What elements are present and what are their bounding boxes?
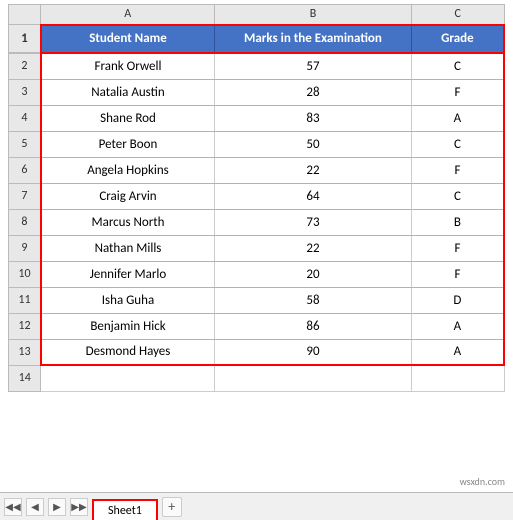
cell-name-5: Craig Arvin bbox=[41, 183, 215, 209]
cell-marks-7: 22 bbox=[215, 235, 412, 261]
cell-name-3: Peter Boon bbox=[41, 131, 215, 157]
col-header-c[interactable]: C bbox=[411, 5, 504, 25]
cell-marks-10: 86 bbox=[215, 313, 412, 339]
table-row: 10Jennifer Marlo20F bbox=[9, 261, 505, 287]
empty-cell-a bbox=[41, 365, 215, 391]
row-num-13: 13 bbox=[9, 339, 41, 365]
cell-name-0: Frank Orwell bbox=[41, 53, 215, 79]
cell-grade-2: A bbox=[411, 105, 504, 131]
table-row: 4Shane Rod83A bbox=[9, 105, 505, 131]
cell-grade-1: F bbox=[411, 79, 504, 105]
cell-marks-0: 57 bbox=[215, 53, 412, 79]
cell-name-6: Marcus North bbox=[41, 209, 215, 235]
cell-marks-2: 83 bbox=[215, 105, 412, 131]
sheet1-tab[interactable]: Sheet1 bbox=[92, 499, 158, 520]
cell-grade-11: A bbox=[411, 339, 504, 365]
cell-marks-8: 20 bbox=[215, 261, 412, 287]
row-num-2: 2 bbox=[9, 53, 41, 79]
cell-grade-10: A bbox=[411, 313, 504, 339]
table-row: 11Isha Guha58D bbox=[9, 287, 505, 313]
cell-name-4: Angela Hopkins bbox=[41, 157, 215, 183]
grid-area: A B C 1 Student Name Marks in the Examin… bbox=[0, 0, 513, 492]
cell-marks-3: 50 bbox=[215, 131, 412, 157]
row-num-1: 1 bbox=[9, 25, 41, 53]
cell-marks-1: 28 bbox=[215, 79, 412, 105]
cell-name-1: Natalia Austin bbox=[41, 79, 215, 105]
table-row: 12Benjamin Hick86A bbox=[9, 313, 505, 339]
cell-name-8: Jennifer Marlo bbox=[41, 261, 215, 287]
cell-name-2: Shane Rod bbox=[41, 105, 215, 131]
cell-grade-9: D bbox=[411, 287, 504, 313]
corner-cell bbox=[9, 5, 41, 25]
row-num-9: 9 bbox=[9, 235, 41, 261]
table-row: 8Marcus North73B bbox=[9, 209, 505, 235]
cell-name-7: Nathan Mills bbox=[41, 235, 215, 261]
header-row: 1 Student Name Marks in the Examination … bbox=[9, 25, 505, 53]
row-num-3: 3 bbox=[9, 79, 41, 105]
cell-marks-6: 73 bbox=[215, 209, 412, 235]
nav-prev-arrow[interactable]: ◀ bbox=[26, 498, 44, 516]
row-num-14: 14 bbox=[9, 365, 41, 391]
row-num-8: 8 bbox=[9, 209, 41, 235]
watermark: wsxdn.com bbox=[460, 475, 505, 488]
row-num-12: 12 bbox=[9, 313, 41, 339]
cell-name-9: Isha Guha bbox=[41, 287, 215, 313]
table-row: 9Nathan Mills22F bbox=[9, 235, 505, 261]
cell-grade-7: F bbox=[411, 235, 504, 261]
cell-grade-3: C bbox=[411, 131, 504, 157]
header-marks: Marks in the Examination bbox=[215, 25, 412, 53]
table-row: 2Frank Orwell57C bbox=[9, 53, 505, 79]
row-num-5: 5 bbox=[9, 131, 41, 157]
outer-table: A B C 1 Student Name Marks in the Examin… bbox=[8, 4, 505, 53]
row-num-4: 4 bbox=[9, 105, 41, 131]
empty-row-14: 14 bbox=[9, 365, 505, 391]
nav-first-arrow[interactable]: ◀◀ bbox=[4, 498, 22, 516]
row-num-10: 10 bbox=[9, 261, 41, 287]
cell-grade-8: F bbox=[411, 261, 504, 287]
tab-bar: ◀◀ ◀ ▶ ▶▶ Sheet1 + bbox=[0, 492, 513, 520]
cell-name-10: Benjamin Hick bbox=[41, 313, 215, 339]
empty-cell-c bbox=[411, 365, 504, 391]
nav-last-arrow[interactable]: ▶▶ bbox=[70, 498, 88, 516]
row-num-6: 6 bbox=[9, 157, 41, 183]
table-row: 3Natalia Austin28F bbox=[9, 79, 505, 105]
nav-next-arrow[interactable]: ▶ bbox=[48, 498, 66, 516]
cell-grade-5: C bbox=[411, 183, 504, 209]
table-row: 6Angela Hopkins22F bbox=[9, 157, 505, 183]
cell-marks-9: 58 bbox=[215, 287, 412, 313]
cell-marks-4: 22 bbox=[215, 157, 412, 183]
cell-grade-6: B bbox=[411, 209, 504, 235]
header-student-name: Student Name bbox=[41, 25, 215, 53]
col-header-b[interactable]: B bbox=[215, 5, 412, 25]
row-num-11: 11 bbox=[9, 287, 41, 313]
table-row: 5Peter Boon50C bbox=[9, 131, 505, 157]
table-row: 13Desmond Hayes90A bbox=[9, 339, 505, 365]
cell-marks-11: 90 bbox=[215, 339, 412, 365]
col-header-a[interactable]: A bbox=[41, 5, 215, 25]
cell-name-11: Desmond Hayes bbox=[41, 339, 215, 365]
table-row: 7Craig Arvin64C bbox=[9, 183, 505, 209]
empty-cell-b bbox=[215, 365, 412, 391]
row-num-7: 7 bbox=[9, 183, 41, 209]
cell-grade-4: F bbox=[411, 157, 504, 183]
cell-grade-0: C bbox=[411, 53, 504, 79]
add-sheet-button[interactable]: + bbox=[162, 497, 182, 517]
spreadsheet: A B C 1 Student Name Marks in the Examin… bbox=[0, 0, 513, 520]
header-grade: Grade bbox=[411, 25, 504, 53]
data-table: 2Frank Orwell57C3Natalia Austin28F4Shane… bbox=[8, 52, 505, 392]
cell-marks-5: 64 bbox=[215, 183, 412, 209]
column-header-row: A B C bbox=[9, 5, 505, 25]
